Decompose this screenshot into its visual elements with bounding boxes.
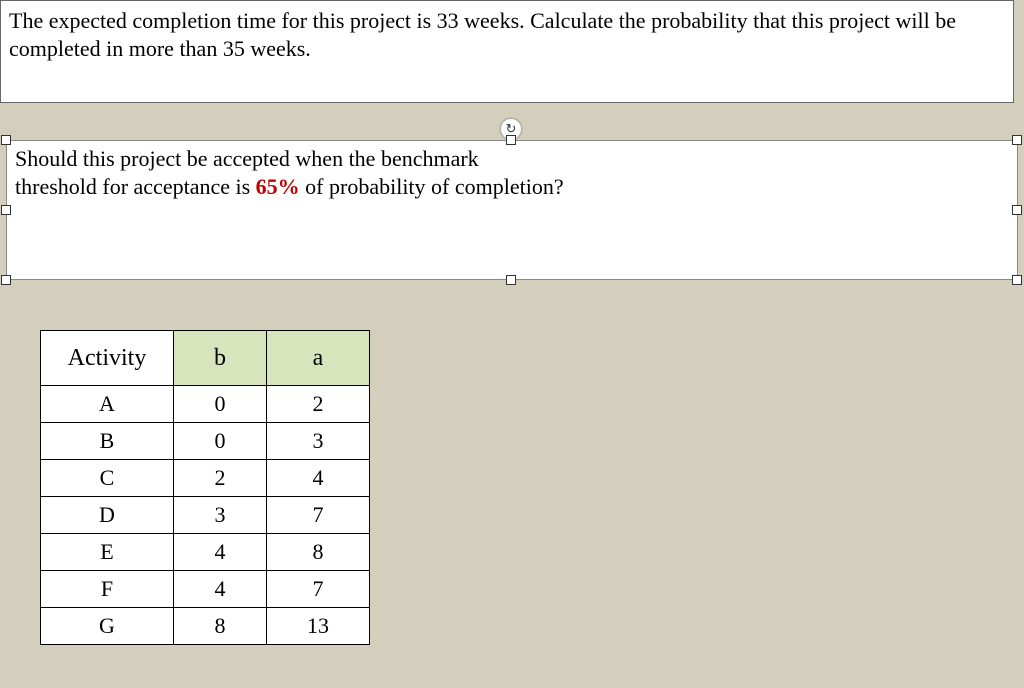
selection-handle[interactable] [1012,135,1022,145]
selection-handle[interactable] [1,135,11,145]
cell-a: 7 [267,497,370,534]
q2-threshold: 65% [256,174,300,199]
table-row: A02 [41,386,370,423]
cell-b: 0 [174,386,267,423]
cell-b: 3 [174,497,267,534]
q2-line1: Should this project be accepted when the… [15,146,479,171]
cell-b: 0 [174,423,267,460]
table-row: D37 [41,497,370,534]
cell-a: 3 [267,423,370,460]
cell-activity: A [41,386,174,423]
cell-b: 4 [174,534,267,571]
cell-activity: E [41,534,174,571]
cell-b: 4 [174,571,267,608]
cell-a: 2 [267,386,370,423]
cell-a: 7 [267,571,370,608]
cell-b: 8 [174,608,267,645]
header-a: a [267,331,370,386]
selection-handle[interactable] [1,205,11,215]
selection-handle[interactable] [1012,275,1022,285]
header-activity: Activity [41,331,174,386]
table-header-row: Activity b a [41,331,370,386]
selection-handle[interactable] [506,275,516,285]
activity-table: Activity b a A02B03C24D37E48F47G813 [40,330,370,645]
question-box-1: The expected completion time for this pr… [0,0,1014,103]
table-row: E48 [41,534,370,571]
selection-handle[interactable] [1,275,11,285]
cell-activity: G [41,608,174,645]
table-row: G813 [41,608,370,645]
cell-b: 2 [174,460,267,497]
q2-line2-post: of probability of completion? [300,174,564,199]
cell-activity: F [41,571,174,608]
table-row: F47 [41,571,370,608]
q2-line2-pre: threshold for acceptance is [15,174,256,199]
selection-handle[interactable] [1012,205,1022,215]
table-row: B03 [41,423,370,460]
cell-activity: D [41,497,174,534]
selection-handle[interactable] [506,135,516,145]
cell-activity: B [41,423,174,460]
question-box-2[interactable]: Should this project be accepted when the… [6,140,1018,280]
cell-a: 13 [267,608,370,645]
table-row: C24 [41,460,370,497]
question-1-text: The expected completion time for this pr… [9,8,956,61]
cell-a: 8 [267,534,370,571]
cell-activity: C [41,460,174,497]
cell-a: 4 [267,460,370,497]
header-b: b [174,331,267,386]
